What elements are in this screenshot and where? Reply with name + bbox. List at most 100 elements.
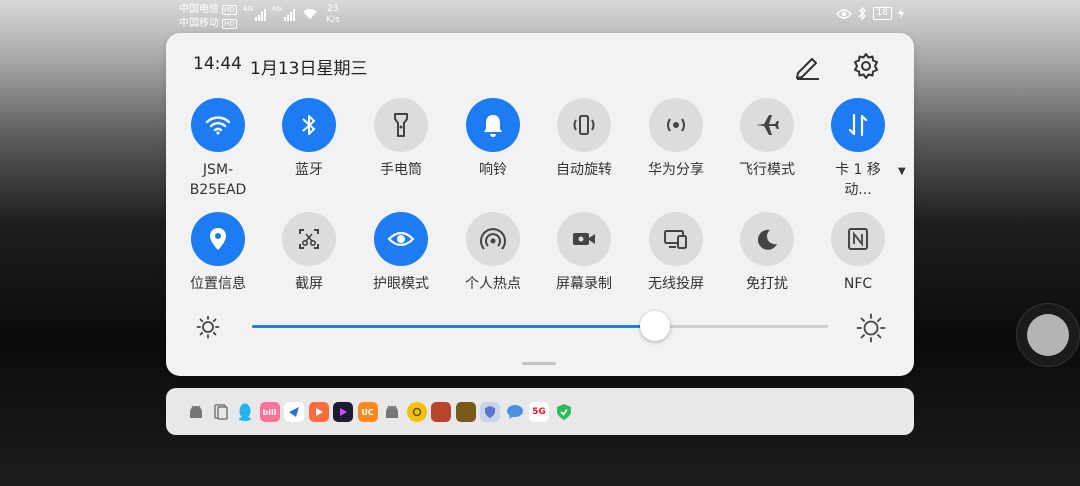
brightness-slider[interactable] [252,311,828,341]
airplane-toggle[interactable] [740,98,794,152]
tile-do-not-disturb[interactable]: 免打扰 [721,212,813,294]
eye-icon [835,8,852,19]
gear-icon [854,53,878,79]
file-icon [211,402,231,422]
floating-nav-button[interactable] [1016,303,1080,367]
tile-ringer[interactable]: 响铃 [447,98,539,180]
hotspot-toggle[interactable] [466,212,520,266]
clock-time: 14:44 [193,54,242,74]
settings-button[interactable] [849,49,883,83]
airplane-icon [756,115,779,135]
speed-unit: K/s [326,15,340,25]
date-text: 1月13日星期三 [250,59,368,79]
android-icon [382,402,402,422]
moon-icon [757,229,777,250]
tile-screenshot[interactable]: 截屏 [263,212,355,294]
location-toggle[interactable] [191,212,245,266]
do-not-disturb-toggle[interactable] [740,212,794,266]
tile-wireless-projection[interactable]: 无线投屏 [630,212,722,294]
security-icon [554,402,574,422]
video-icon [308,402,329,422]
tile-screen-record[interactable]: 屏幕录制 [538,212,630,294]
brightness-fill [252,325,656,328]
flashlight-toggle[interactable] [374,98,428,152]
battery-level: 18 [872,7,892,20]
ringer-toggle[interactable] [466,98,520,152]
status-icons-right: 18 [835,7,904,20]
charging-icon [898,8,904,19]
bilibili-icon: bili [259,402,280,422]
app-icon [284,402,304,422]
tile-huawei-share[interactable]: 华为分享 [630,98,722,180]
nfc-icon [848,228,868,250]
bluetooth-toggle[interactable] [282,98,336,152]
tile-label: 飞行模式 [739,162,795,178]
chat-icon [505,402,525,422]
shield-icon [480,402,500,422]
tile-label: 位置信息 [190,276,246,292]
carrier-1-name: 中国电信 [179,4,219,15]
hd-badge: HD [222,19,237,29]
carrier-info: 中国电信 HD 中国移动 HD [179,3,237,31]
wifi-icon [205,116,231,135]
game-icon [431,402,451,422]
coin-icon [406,402,427,422]
caret-down-icon[interactable]: ▼ [898,166,906,177]
wifi-toggle[interactable] [191,98,245,152]
tile-bluetooth[interactable]: 蓝牙 [263,98,355,180]
hd-badge: HD [222,5,237,15]
wireless-projection-toggle[interactable] [649,212,703,266]
flashlight-icon [394,113,408,137]
network-speed: 23 K/s [326,4,340,26]
video-icon [333,402,353,422]
bell-icon [484,115,502,137]
tile-eye-comfort[interactable]: 护眼模式 [355,212,447,294]
nfc-toggle[interactable] [831,212,885,266]
tile-label: 无线投屏 [648,276,704,292]
auto-rotate-toggle[interactable] [557,98,611,152]
tile-location[interactable]: 位置信息 [172,212,264,294]
tile-label: NFC [843,276,873,292]
5g-icon: 5G [529,402,549,422]
notification-icons: bili UC 5G [186,402,574,422]
screenshot-toggle[interactable] [282,212,336,266]
tile-label: 蓝牙 [295,162,323,178]
bluetooth-icon [302,115,315,135]
panel-drag-handle[interactable] [522,362,556,365]
android-icon [186,402,206,422]
speed-value: 23 [327,4,339,14]
brightness-thumb[interactable] [640,311,671,341]
screen-record-icon [573,233,595,245]
tile-label: 免打扰 [746,276,788,292]
game-icon [455,402,476,422]
sun-high-icon [856,313,886,343]
carrier-2: 中国移动 HD [179,17,237,31]
signal-icon: 4G [272,5,295,21]
tile-label: 截屏 [295,276,323,292]
tile-nfc[interactable]: NFC [812,212,904,294]
huawei-share-toggle[interactable] [649,98,703,152]
tile-label: 卡 1 移动... [835,162,881,198]
tile-label: 华为分享 [648,162,704,178]
tile-label: 自动旋转 [556,162,612,178]
signal-icon: 4G [243,5,266,21]
tile-auto-rotate[interactable]: 自动旋转 [538,98,630,180]
notification-strip[interactable]: bili UC 5G [166,388,914,435]
panel-header: 14:44 1月13日星期三 [193,54,367,79]
tile-wifi[interactable]: JSM-B25EAD [172,98,264,200]
tile-airplane[interactable]: 飞行模式 [721,98,813,180]
tile-mobile-data[interactable]: 卡 1 移动... [812,98,904,200]
eye-icon [387,231,415,247]
qq-icon [235,402,255,422]
quick-settings-panel: 14:44 1月13日星期三 JSM-B25EAD 蓝牙 手电筒 响铃 自动旋转… [166,33,914,376]
bluetooth-icon [858,7,866,20]
tile-label: 响铃 [479,162,507,178]
eye-comfort-toggle[interactable] [374,212,428,266]
edit-button[interactable] [790,49,824,83]
tile-hotspot[interactable]: 个人热点 [447,212,539,294]
screen-record-toggle[interactable] [557,212,611,266]
mobile-data-toggle[interactable] [831,98,885,152]
tile-flashlight[interactable]: 手电筒 [355,98,447,180]
network-type: 4G [243,5,253,13]
huawei-share-icon [667,118,685,132]
